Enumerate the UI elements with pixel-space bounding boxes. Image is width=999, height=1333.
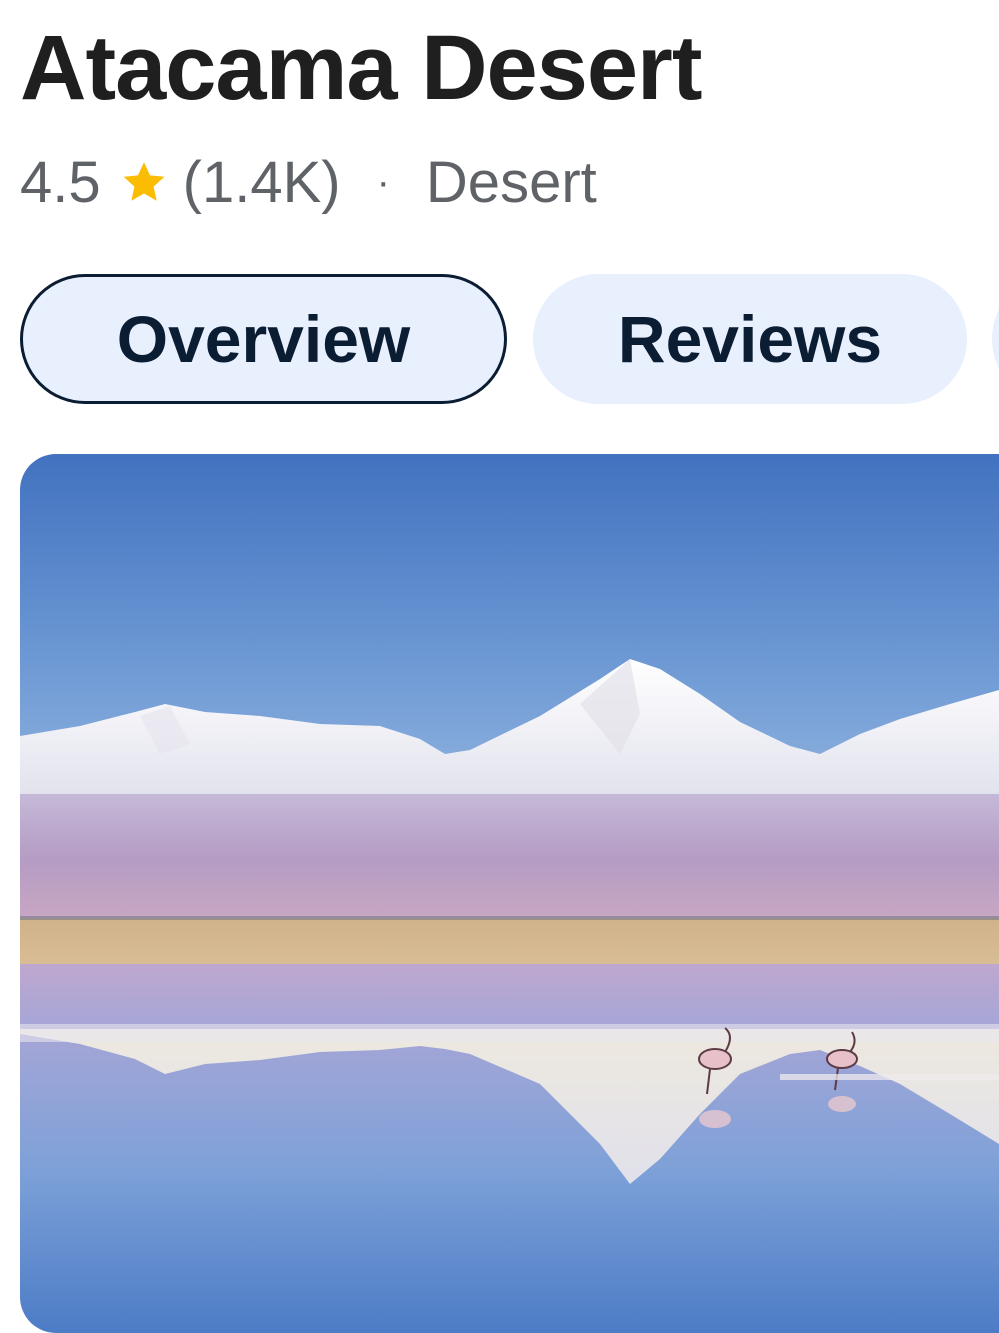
place-category: Desert [425,149,597,215]
tab-reviews[interactable]: Reviews [533,274,967,404]
place-meta: 4.5 (1.4K) · Desert [20,149,597,216]
star-icon [119,157,169,207]
landscape-photo[interactable] [20,454,999,1333]
review-count-link[interactable]: (1.4K) [183,149,341,216]
tab-overview[interactable]: Overview [20,274,507,404]
tab-bar: Overview Reviews [20,274,999,404]
rating-value: 4.5 [20,149,101,215]
place-title: Atacama Desert [20,17,702,119]
separator-dot: · [376,159,390,204]
tab-next[interactable] [992,274,999,404]
